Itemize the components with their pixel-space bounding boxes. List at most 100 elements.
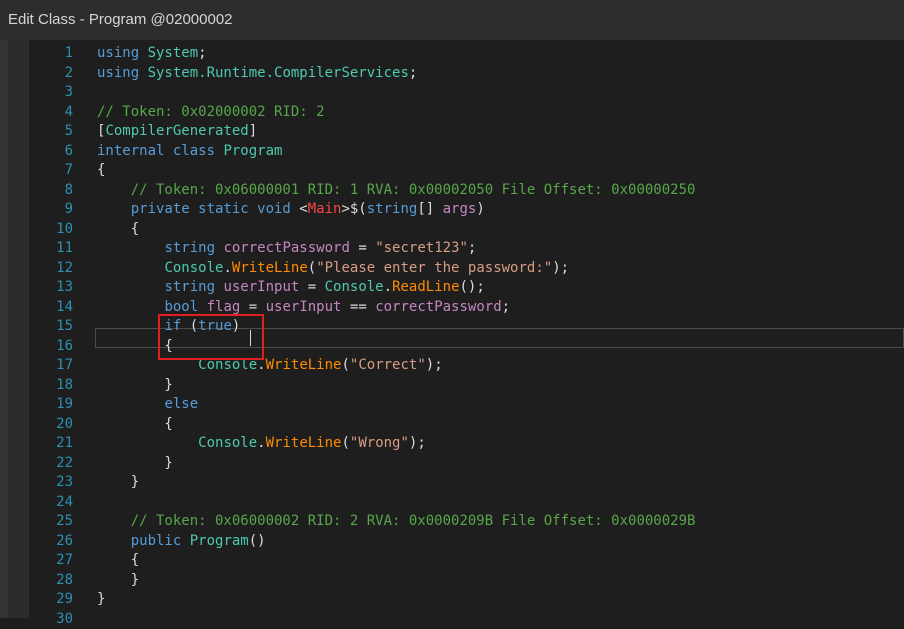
code-line[interactable]: 3	[0, 83, 904, 103]
code-token: );	[409, 435, 426, 451]
line-number: 29	[29, 590, 73, 610]
line-code: {	[97, 415, 173, 435]
code-line[interactable]: 22 }	[0, 454, 904, 474]
line-code: {	[97, 220, 139, 240]
line-number: 27	[29, 551, 73, 571]
code-line[interactable]: 13 string userInput = Console.ReadLine()…	[0, 278, 904, 298]
code-token: {	[97, 221, 139, 237]
code-token: []	[417, 201, 442, 217]
code-token: Main	[308, 201, 342, 217]
code-token: string	[367, 201, 418, 217]
line-code: }	[97, 376, 173, 396]
line-code: internal class Program	[97, 142, 282, 162]
line-code: }	[97, 454, 173, 474]
code-token: .	[384, 279, 392, 295]
code-token: ;	[198, 45, 206, 61]
code-token: CompilerGenerated	[105, 123, 248, 139]
code-line[interactable]: 29}	[0, 590, 904, 610]
code-line[interactable]: 30	[0, 610, 904, 629]
code-line[interactable]: 17 Console.WriteLine("Correct");	[0, 356, 904, 376]
code-token: "Wrong"	[350, 435, 409, 451]
line-code: using System.Runtime.CompilerServices;	[97, 64, 417, 84]
code-line[interactable]: 9 private static void <Main>$(string[] a…	[0, 200, 904, 220]
code-line[interactable]: 28 }	[0, 571, 904, 591]
code-token	[97, 533, 131, 549]
code-token: string	[164, 279, 223, 295]
code-token: using	[97, 65, 148, 81]
code-token: args	[443, 201, 477, 217]
code-line[interactable]: 14 bool flag = userInput == correctPassw…	[0, 298, 904, 318]
code-area[interactable]: 1 using System; 2 using System.Runtime.Comp…	[0, 44, 904, 629]
code-token: else	[164, 396, 198, 412]
code-line[interactable]: 24	[0, 493, 904, 513]
code-token: ReadLine	[392, 279, 459, 295]
line-number: 21	[29, 434, 73, 454]
code-token: Console	[325, 279, 384, 295]
line-code: string correctPassword = "secret123";	[97, 239, 476, 259]
code-token: ()	[249, 533, 266, 549]
line-number: 2	[29, 64, 73, 84]
line-number: 30	[29, 610, 73, 629]
code-token	[97, 513, 131, 529]
code-line[interactable]: 8 // Token: 0x06000001 RID: 1 RVA: 0x000…	[0, 181, 904, 201]
code-token	[97, 201, 131, 217]
line-number: 4	[29, 103, 73, 123]
line-number: 8	[29, 181, 73, 201]
code-line[interactable]: 23 }	[0, 473, 904, 493]
code-token	[97, 240, 164, 256]
line-code: private static void <Main>$(string[] arg…	[97, 200, 485, 220]
code-line[interactable]: 18 }	[0, 376, 904, 396]
line-code: string userInput = Console.ReadLine();	[97, 278, 485, 298]
code-line[interactable]: 25 // Token: 0x06000002 RID: 2 RVA: 0x00…	[0, 512, 904, 532]
line-code: {	[97, 161, 105, 181]
code-line[interactable]: 4 // Token: 0x02000002 RID: 2	[0, 103, 904, 123]
code-token: public	[131, 533, 190, 549]
code-token: .	[223, 260, 231, 276]
line-number: 16	[29, 337, 73, 357]
code-token: {	[97, 162, 105, 178]
code-line[interactable]: 6internal class Program	[0, 142, 904, 162]
code-token: using	[97, 45, 148, 61]
window-title: Edit Class - Program @02000002	[0, 0, 904, 40]
code-line[interactable]: 15 if (true)	[0, 317, 904, 337]
code-line[interactable]: 16 {	[0, 337, 904, 357]
code-line[interactable]: 5[CompilerGenerated]	[0, 122, 904, 142]
code-token: .	[257, 435, 265, 451]
line-code: }	[97, 590, 105, 610]
line-number: 23	[29, 473, 73, 493]
code-token: "Please enter the password:"	[316, 260, 552, 276]
code-line[interactable]: 1 using System;	[0, 44, 904, 64]
code-line[interactable]: 7{	[0, 161, 904, 181]
code-line[interactable]: 27 {	[0, 551, 904, 571]
code-token: ==	[341, 299, 375, 315]
code-token: ;	[468, 240, 476, 256]
code-token: =	[240, 299, 265, 315]
code-token: );	[426, 357, 443, 373]
line-number: 13	[29, 278, 73, 298]
line-number: 12	[29, 259, 73, 279]
line-code: using System;	[97, 44, 207, 64]
code-token	[97, 396, 164, 412]
code-line[interactable]: 26 public Program()	[0, 532, 904, 552]
line-number: 1	[29, 44, 73, 64]
code-line[interactable]: 19 else	[0, 395, 904, 415]
code-token: }	[97, 377, 173, 393]
line-code: // Token: 0x02000002 RID: 2	[97, 103, 325, 123]
code-token: }	[97, 572, 139, 588]
code-line[interactable]: 11 string correctPassword = "secret123";	[0, 239, 904, 259]
code-line[interactable]: 10 {	[0, 220, 904, 240]
code-token: System	[148, 45, 199, 61]
code-line[interactable]: 12 Console.WriteLine("Please enter the p…	[0, 259, 904, 279]
code-token: Console	[198, 435, 257, 451]
code-token: ();	[460, 279, 485, 295]
code-token: correctPassword	[375, 299, 501, 315]
code-editor[interactable]: 1 using System; 2 using System.Runtime.Comp…	[0, 40, 904, 618]
code-line[interactable]: 20 {	[0, 415, 904, 435]
code-token: {	[97, 552, 139, 568]
code-token: (	[341, 435, 349, 451]
code-token: "secret123"	[375, 240, 468, 256]
code-line[interactable]: 21 Console.WriteLine("Wrong");	[0, 434, 904, 454]
code-line[interactable]: 2 using System.Runtime.CompilerServices;	[0, 64, 904, 84]
line-number: 7	[29, 161, 73, 181]
line-number: 22	[29, 454, 73, 474]
